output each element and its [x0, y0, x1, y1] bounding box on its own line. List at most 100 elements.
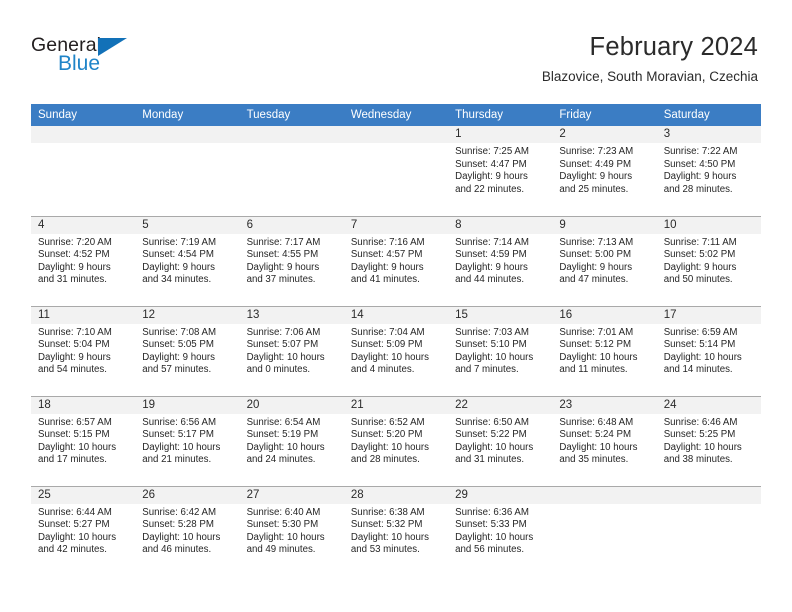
calendar-day-cell[interactable]: 16 Sunrise: 7:01 AM Sunset: 5:12 PM Dayligh…	[552, 305, 657, 396]
sunset-text: Sunset: 5:24 PM	[559, 429, 632, 441]
day-number: 28	[343, 486, 449, 504]
calendar-cell-empty	[552, 485, 657, 576]
calendar-day-cell[interactable]: 13 Sunrise: 7:06 AM Sunset: 5:07 PM Dayligh…	[239, 305, 344, 396]
calendar-body: 1 Sunrise: 7:25 AM Sunset: 4:47 PM Daylight…	[31, 126, 761, 576]
sunset-text: Sunset: 4:52 PM	[38, 249, 110, 261]
calendar-day-cell[interactable]: 10 Sunrise: 7:11 AM Sunset: 5:02 PM Dayligh…	[656, 215, 761, 306]
daylight-text-line2: and 28 minutes.	[350, 454, 420, 466]
calendar-day-cell[interactable]: 18 Sunrise: 6:57 AM Sunset: 5:15 PM Dayligh…	[31, 395, 136, 486]
daylight-text-line1: Daylight: 9 hours	[38, 351, 111, 363]
daylight-text-line2: and 25 minutes.	[559, 183, 629, 195]
day-details: Sunrise: 6:46 AM Sunset: 5:25 PM Daylight:…	[657, 414, 761, 467]
calendar-day-cell[interactable]: 4 Sunrise: 7:20 AM Sunset: 4:52 PM Daylight…	[31, 215, 136, 306]
day-number: 6	[239, 216, 344, 234]
sunrise-text: Sunrise: 7:03 AM	[455, 326, 529, 338]
sunset-text: Sunset: 5:22 PM	[455, 429, 527, 441]
triangle-icon	[98, 38, 127, 56]
sunset-text: Sunset: 5:07 PM	[246, 339, 319, 351]
day-number: 2	[552, 126, 657, 143]
sunset-text: Sunset: 5:28 PM	[142, 519, 214, 531]
calendar-day-cell[interactable]: 21 Sunrise: 6:52 AM Sunset: 5:20 PM Dayligh…	[343, 395, 449, 486]
calendar-day-cell[interactable]: 17 Sunrise: 6:59 AM Sunset: 5:14 PM Dayligh…	[656, 305, 761, 396]
calendar-day-cell[interactable]: 12 Sunrise: 7:08 AM Sunset: 5:05 PM Dayligh…	[135, 305, 240, 396]
page-header: General Blue February 2024 Blazovice, So…	[0, 0, 792, 104]
day-details: Sunrise: 6:54 AM Sunset: 5:19 PM Daylight:…	[240, 414, 344, 467]
sunset-text: Sunset: 5:10 PM	[455, 339, 527, 351]
day-details: Sunrise: 7:10 AM Sunset: 5:04 PM Daylight:…	[31, 324, 135, 377]
sunset-text: Sunset: 4:50 PM	[663, 158, 736, 170]
calendar-day-cell[interactable]: 2 Sunrise: 7:23 AM Sunset: 4:49 PM Daylight…	[552, 126, 657, 216]
daylight-text-line2: and 21 minutes.	[142, 454, 212, 466]
sunrise-text: Sunrise: 6:54 AM	[246, 416, 321, 428]
sunrise-text: Sunrise: 7:17 AM	[246, 236, 321, 248]
daylight-text-line1: Daylight: 9 hours	[559, 261, 633, 273]
calendar-day-cell[interactable]: 3 Sunrise: 7:22 AM Sunset: 4:50 PM Daylight…	[656, 126, 761, 216]
day-number: 12	[135, 306, 240, 324]
sunset-text: Sunset: 5:09 PM	[350, 339, 423, 351]
day-number: 7	[343, 216, 449, 234]
day-details: Sunrise: 6:59 AM Sunset: 5:14 PM Daylight:…	[657, 324, 761, 377]
calendar-day-cell[interactable]: 28 Sunrise: 6:38 AM Sunset: 5:32 PM Dayligh…	[343, 485, 449, 576]
day-number: 5	[135, 216, 240, 234]
calendar-day-cell[interactable]: 22 Sunrise: 6:50 AM Sunset: 5:22 PM Dayligh…	[448, 395, 553, 486]
day-number: 27	[239, 486, 344, 504]
calendar-day-cell[interactable]: 24 Sunrise: 6:46 AM Sunset: 5:25 PM Dayligh…	[656, 395, 761, 486]
day-number: 20	[239, 396, 344, 414]
daylight-text-line2: and 17 minutes.	[38, 454, 107, 466]
day-number: 23	[552, 396, 657, 414]
sunset-text: Sunset: 5:05 PM	[142, 339, 214, 351]
calendar-day-cell[interactable]: 7 Sunrise: 7:16 AM Sunset: 4:57 PM Daylight…	[343, 215, 449, 306]
weekday-header-monday: Monday	[135, 104, 240, 126]
calendar-day-cell[interactable]: 25 Sunrise: 6:44 AM Sunset: 5:27 PM Dayligh…	[31, 485, 136, 576]
daylight-text-line1: Daylight: 10 hours	[455, 441, 534, 453]
day-details: Sunrise: 6:40 AM Sunset: 5:30 PM Daylight:…	[240, 504, 344, 557]
calendar-day-cell[interactable]: 8 Sunrise: 7:14 AM Sunset: 4:59 PM Daylight…	[448, 215, 553, 306]
daylight-text-line1: Daylight: 9 hours	[350, 261, 424, 273]
calendar-day-cell[interactable]: 11 Sunrise: 7:10 AM Sunset: 5:04 PM Dayligh…	[31, 305, 136, 396]
calendar-day-cell[interactable]: 23 Sunrise: 6:48 AM Sunset: 5:24 PM Dayligh…	[552, 395, 657, 486]
calendar-day-cell[interactable]: 20 Sunrise: 6:54 AM Sunset: 5:19 PM Dayligh…	[239, 395, 344, 486]
daylight-text-line2: and 54 minutes.	[38, 364, 107, 376]
daylight-text-line1: Daylight: 9 hours	[142, 351, 215, 363]
calendar-cell-empty	[343, 126, 449, 216]
calendar-day-cell[interactable]: 26 Sunrise: 6:42 AM Sunset: 5:28 PM Dayligh…	[135, 485, 240, 576]
day-number: 8	[448, 216, 553, 234]
calendar-day-cell[interactable]: 6 Sunrise: 7:17 AM Sunset: 4:55 PM Daylight…	[239, 215, 344, 306]
sunset-text: Sunset: 5:15 PM	[38, 429, 110, 441]
daylight-text-line2: and 37 minutes.	[246, 274, 316, 286]
calendar-week-row: 4 Sunrise: 7:20 AM Sunset: 4:52 PM Daylight…	[31, 215, 761, 306]
sunset-text: Sunset: 5:20 PM	[350, 429, 423, 441]
calendar-day-cell[interactable]: 27 Sunrise: 6:40 AM Sunset: 5:30 PM Dayligh…	[239, 485, 344, 576]
weekday-header-saturday: Saturday	[656, 104, 761, 126]
sunrise-text: Sunrise: 7:25 AM	[455, 146, 529, 157]
general-blue-logo[interactable]: General Blue	[31, 30, 139, 82]
day-details: Sunrise: 7:23 AM Sunset: 4:49 PM Daylight:…	[552, 143, 656, 196]
sunset-text: Sunset: 5:14 PM	[663, 339, 736, 351]
daylight-text-line1: Daylight: 10 hours	[38, 531, 117, 543]
sunrise-text: Sunrise: 6:42 AM	[142, 506, 217, 518]
day-number: 24	[656, 396, 761, 414]
daylight-text-line1: Daylight: 9 hours	[559, 171, 633, 183]
daylight-text-line1: Daylight: 10 hours	[455, 531, 534, 543]
day-details: Sunrise: 7:03 AM Sunset: 5:10 PM Daylight:…	[448, 324, 552, 377]
day-details: Sunrise: 7:13 AM Sunset: 5:00 PM Daylight:…	[552, 234, 656, 287]
calendar-day-cell[interactable]: 29 Sunrise: 6:36 AM Sunset: 5:33 PM Dayligh…	[448, 485, 553, 576]
daylight-text-line2: and 14 minutes.	[663, 364, 733, 376]
sunrise-text: Sunrise: 6:36 AM	[455, 506, 529, 518]
daylight-text-line2: and 7 minutes.	[455, 364, 519, 376]
day-number: 11	[31, 306, 136, 324]
day-details: Sunrise: 6:44 AM Sunset: 5:27 PM Daylight:…	[31, 504, 135, 557]
calendar-day-cell[interactable]: 14 Sunrise: 7:04 AM Sunset: 5:09 PM Dayligh…	[343, 305, 449, 396]
day-details: Sunrise: 6:50 AM Sunset: 5:22 PM Daylight:…	[448, 414, 552, 467]
calendar-day-cell[interactable]: 9 Sunrise: 7:13 AM Sunset: 5:00 PM Daylight…	[552, 215, 657, 306]
calendar-day-cell[interactable]: 15 Sunrise: 7:03 AM Sunset: 5:10 PM Dayligh…	[448, 305, 553, 396]
sunrise-text: Sunrise: 7:16 AM	[350, 236, 425, 248]
sunset-text: Sunset: 5:19 PM	[246, 429, 319, 441]
daylight-text-line2: and 22 minutes.	[455, 183, 525, 195]
day-number: 4	[31, 216, 136, 234]
calendar-day-cell[interactable]: 19 Sunrise: 6:56 AM Sunset: 5:17 PM Dayligh…	[135, 395, 240, 486]
daylight-text-line1: Daylight: 10 hours	[246, 441, 325, 453]
calendar-day-cell[interactable]: 1 Sunrise: 7:25 AM Sunset: 4:47 PM Daylight…	[448, 126, 553, 216]
daylight-text-line2: and 53 minutes.	[350, 544, 420, 556]
calendar-day-cell[interactable]: 5 Sunrise: 7:19 AM Sunset: 4:54 PM Daylight…	[135, 215, 240, 306]
